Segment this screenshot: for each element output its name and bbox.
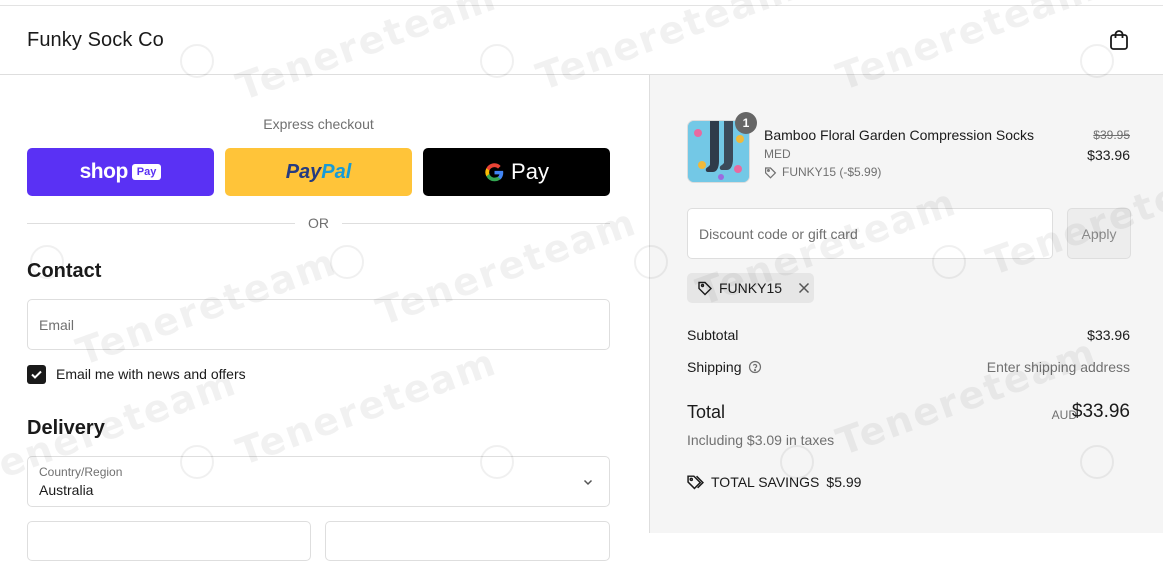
- discounted-price: $33.96: [1087, 147, 1130, 163]
- country-value: Australia: [39, 482, 94, 498]
- product-variant: MED: [764, 147, 791, 161]
- google-g-icon: [485, 162, 504, 181]
- product-name: Bamboo Floral Garden Compression Socks: [764, 127, 1035, 143]
- checkmark-icon: [31, 370, 42, 379]
- original-price: $39.95: [1093, 128, 1130, 142]
- last-name-field[interactable]: [325, 521, 610, 561]
- paypal-word-1: Pay: [285, 160, 322, 183]
- watermark-logo: [330, 245, 364, 279]
- express-checkout-label: Express checkout: [263, 116, 374, 132]
- store-name[interactable]: Funky Sock Co: [27, 29, 164, 52]
- delivery-heading: Delivery: [27, 417, 105, 439]
- checkout-form: Express checkout shop Pay Pay Pal Pay OR …: [0, 75, 649, 561]
- discount-placeholder: Discount code or gift card: [699, 226, 858, 242]
- total-savings: TOTAL SAVINGS $5.99: [687, 473, 861, 490]
- newsletter-label: Email me with news and offers: [56, 366, 246, 382]
- total-value: $33.96: [1071, 401, 1130, 422]
- applied-code-text: FUNKY15: [719, 280, 783, 296]
- or-label: OR: [308, 215, 329, 231]
- site-header: Funky Sock Co: [0, 6, 1163, 75]
- tax-note: Including $3.09 in taxes: [687, 432, 835, 448]
- savings-label: TOTAL SAVINGS: [711, 473, 820, 490]
- shopping-bag-icon[interactable]: [1107, 28, 1131, 52]
- savings-value: $5.99: [826, 473, 862, 490]
- order-summary: 1 Bamboo Floral Garden Compression Socks…: [634, 75, 1163, 533]
- watermark-text: Tenereteam: [830, 329, 1103, 465]
- divider-line-left: [27, 223, 295, 224]
- contact-heading: Contact: [27, 260, 102, 282]
- shipping-value: Enter shipping address: [986, 359, 1130, 375]
- shipping-row: Shipping: [687, 359, 762, 375]
- google-pay-button[interactable]: Pay: [423, 148, 610, 196]
- country-label: Country/Region: [39, 465, 123, 479]
- paypal-button[interactable]: Pay Pal: [225, 148, 412, 196]
- tags-icon: [687, 475, 704, 490]
- watermark-text: Tenereteam: [230, 339, 503, 475]
- help-circle-icon[interactable]: [748, 360, 762, 374]
- remove-code-icon[interactable]: [798, 282, 810, 294]
- email-placeholder: Email: [39, 317, 75, 333]
- discount-code-input[interactable]: Discount code or gift card: [687, 208, 1053, 259]
- divider-line-right: [342, 223, 610, 224]
- tag-icon: [698, 281, 712, 296]
- chevron-down-icon: [583, 479, 593, 486]
- subtotal-value: $33.96: [1087, 327, 1130, 343]
- first-name-field[interactable]: [27, 521, 311, 561]
- apply-button[interactable]: Apply: [1067, 208, 1131, 259]
- shop-pay-word: shop: [79, 160, 129, 183]
- subtotal-label: Subtotal: [687, 327, 739, 343]
- applied-code-chip: FUNKY15: [687, 273, 814, 303]
- paypal-word-2: Pal: [321, 160, 352, 183]
- email-field[interactable]: Email: [27, 299, 610, 350]
- or-divider: OR: [27, 214, 610, 232]
- newsletter-checkbox[interactable]: [27, 365, 46, 384]
- product-discount: FUNKY15 (-$5.99): [764, 165, 881, 179]
- shop-pay-badge: Pay: [131, 164, 162, 180]
- google-pay-word: Pay: [511, 159, 549, 184]
- country-select[interactable]: Country/Region Australia: [27, 456, 610, 507]
- quantity-badge: 1: [735, 112, 757, 134]
- total-label: Total: [687, 402, 726, 422]
- product-discount-text: FUNKY15 (-$5.99): [782, 165, 882, 179]
- shipping-label: Shipping: [687, 359, 742, 375]
- shop-pay-button[interactable]: shop Pay: [27, 148, 214, 196]
- watermark-logo: [1080, 445, 1114, 479]
- tag-icon: [765, 166, 777, 179]
